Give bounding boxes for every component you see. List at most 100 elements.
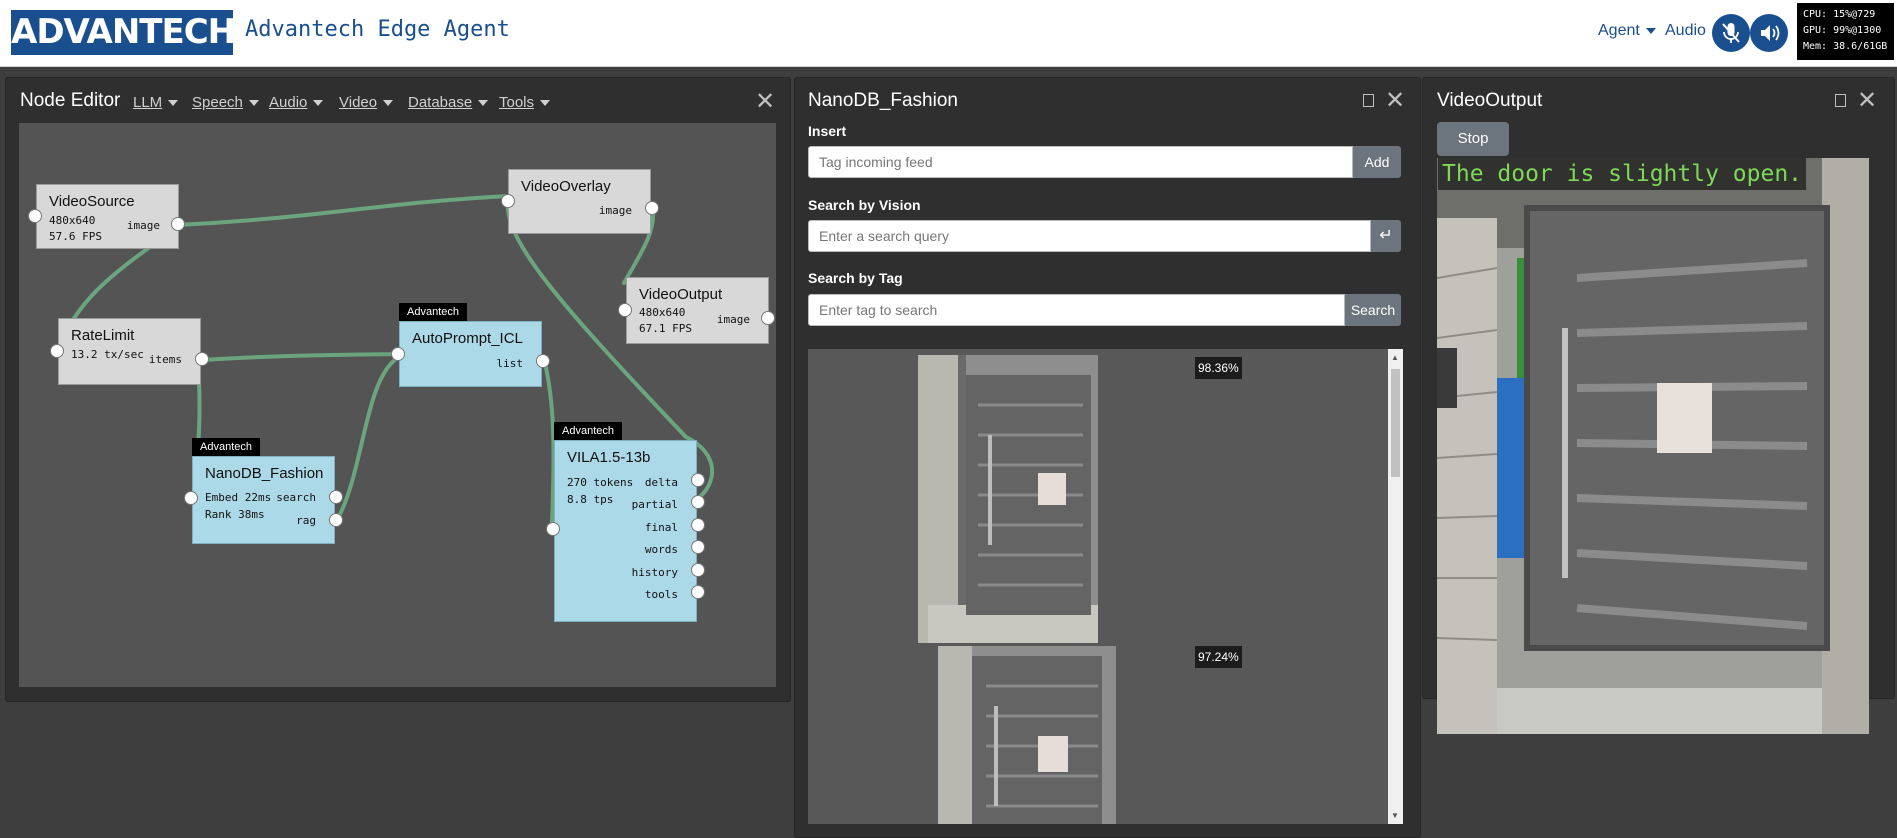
cpu-stat: CPU: 15%@729 [1803, 9, 1876, 20]
gpu-stat: GPU: 99%@1300 [1803, 25, 1882, 36]
vlm-caption-overlay: The door is slightly open. [1438, 158, 1807, 190]
video-output-title: VideoOutput [1437, 90, 1543, 111]
search-button[interactable]: Search [1345, 294, 1401, 326]
node-title: VideoOverlay [521, 178, 611, 195]
menu-video[interactable]: Video [339, 94, 394, 111]
chevron-down-icon [478, 100, 489, 107]
input-port[interactable] [28, 209, 42, 223]
gate-photo [918, 355, 1098, 643]
search-by-tag-label: Search by Tag [808, 270, 903, 286]
output-port-image[interactable] [171, 217, 185, 231]
menu-audio-label: Audio [269, 94, 308, 111]
port-label-list: list [496, 357, 524, 370]
agent-menu[interactable]: Agent [1598, 22, 1656, 40]
maximize-icon[interactable] [1363, 94, 1374, 107]
add-button[interactable]: Add [1353, 146, 1401, 178]
audio-link[interactable]: Audio [1665, 22, 1706, 40]
tag-search-input[interactable] [808, 294, 1345, 326]
scroll-up-icon[interactable]: ▲ [1391, 353, 1399, 362]
menu-database[interactable]: Database [408, 94, 489, 111]
advantech-tag: Advantech [399, 303, 467, 321]
output-port-final[interactable] [691, 518, 705, 532]
node-rate: 13.2 tx/sec [71, 348, 144, 361]
output-port-tools[interactable] [691, 585, 705, 599]
results-scrollbar[interactable]: ▲ ▼ [1388, 349, 1403, 824]
port-label-image: image [126, 219, 160, 232]
input-port[interactable] [391, 347, 405, 361]
vision-search-input[interactable] [808, 220, 1371, 252]
output-port-image[interactable] [645, 201, 659, 215]
result-image[interactable] [918, 355, 1098, 643]
node-title: VideoSource [49, 193, 135, 210]
node-autoprompt-icl[interactable]: AutoPrompt_ICL list [399, 321, 542, 387]
mic-toggle-button[interactable] [1712, 14, 1750, 52]
menu-speech[interactable]: Speech [192, 94, 259, 111]
advantech-tag: Advantech [192, 438, 260, 456]
close-icon[interactable]: ✕ [1857, 89, 1877, 113]
wire-autoprompt-to-vila [543, 361, 556, 525]
input-port[interactable] [501, 194, 515, 208]
port-label-history: history [631, 566, 678, 579]
input-port[interactable] [50, 344, 64, 358]
node-title: RateLimit [71, 327, 135, 344]
tag-feed-input[interactable] [808, 146, 1353, 178]
wire-autoprompt-to-nanodb [334, 357, 398, 524]
chevron-down-icon [383, 100, 394, 107]
node-editor-title: Node Editor [20, 90, 121, 111]
node-token-count: 270 tokens [567, 476, 634, 489]
scroll-down-icon[interactable]: ▼ [1391, 811, 1399, 820]
speaker-toggle-button[interactable] [1750, 14, 1788, 52]
output-port-partial[interactable] [691, 495, 705, 509]
search-results-list[interactable]: 98.36% 97.24% ▲ ▼ [808, 349, 1403, 824]
scrollbar-thumb[interactable] [1391, 369, 1400, 477]
wire-source-to-overlay [175, 194, 510, 227]
port-label-image: image [716, 313, 750, 326]
agent-menu-label: Agent [1598, 22, 1640, 39]
node-title: VideoOutput [639, 286, 723, 303]
node-title: VILA1.5-13b [567, 449, 651, 466]
output-port-delta[interactable] [691, 473, 705, 487]
port-label-partial: partial [631, 498, 678, 511]
result-image[interactable] [938, 646, 1116, 824]
input-port[interactable] [546, 522, 560, 536]
chevron-down-icon [248, 100, 259, 107]
input-port[interactable] [184, 491, 198, 505]
top-header: ADVANTECH Advantech Edge Agent Agent Aud… [0, 0, 1897, 67]
similarity-score: 97.24% [1195, 646, 1242, 668]
output-port-history[interactable] [691, 563, 705, 577]
menu-llm[interactable]: LLM [133, 94, 179, 111]
input-port[interactable] [618, 303, 632, 317]
gate-photo [938, 646, 1116, 824]
port-label-words: words [644, 543, 678, 556]
maximize-icon[interactable] [1835, 94, 1846, 107]
close-icon[interactable]: ✕ [755, 90, 775, 114]
similarity-score: 98.36% [1195, 357, 1242, 379]
node-videosource[interactable]: VideoSource 480x640 57.6 FPS image [36, 184, 179, 249]
node-canvas[interactable]: VideoSource 480x640 57.6 FPS image Video… [19, 123, 776, 687]
video-frame-image [1437, 158, 1869, 734]
output-port-image[interactable] [761, 311, 775, 325]
microphone-muted-icon [1722, 23, 1740, 43]
node-nanodb-fashion[interactable]: NanoDB_Fashion Embed 22ms Rank 38ms sear… [192, 456, 335, 544]
output-port-rag[interactable] [329, 513, 343, 527]
output-port-words[interactable] [691, 540, 705, 554]
node-videooverlay[interactable]: VideoOverlay image [508, 169, 651, 234]
output-port-items[interactable] [195, 352, 209, 366]
node-resolution: 480x640 [639, 306, 686, 319]
advantech-logo: ADVANTECH [11, 10, 236, 55]
node-resolution: 480x640 [49, 214, 96, 227]
menu-video-label: Video [339, 94, 378, 111]
menu-speech-label: Speech [192, 94, 243, 111]
close-icon[interactable]: ✕ [1385, 89, 1405, 113]
node-vila[interactable]: VILA1.5-13b 270 tokens 8.8 tps delta par… [554, 440, 697, 622]
output-port-search[interactable] [329, 490, 343, 504]
enter-button[interactable]: ↵ [1371, 220, 1401, 252]
menu-tools[interactable]: Tools [499, 94, 551, 111]
node-ratelimit[interactable]: RateLimit 13.2 tx/sec items [58, 318, 201, 385]
node-videooutput[interactable]: VideoOutput 480x640 67.1 FPS image [626, 277, 769, 344]
stop-button[interactable]: Stop [1437, 122, 1509, 156]
node-fps: 67.1 FPS [639, 322, 692, 335]
menu-audio[interactable]: Audio [269, 94, 324, 111]
chevron-down-icon [1645, 27, 1656, 34]
output-port-list[interactable] [536, 354, 550, 368]
